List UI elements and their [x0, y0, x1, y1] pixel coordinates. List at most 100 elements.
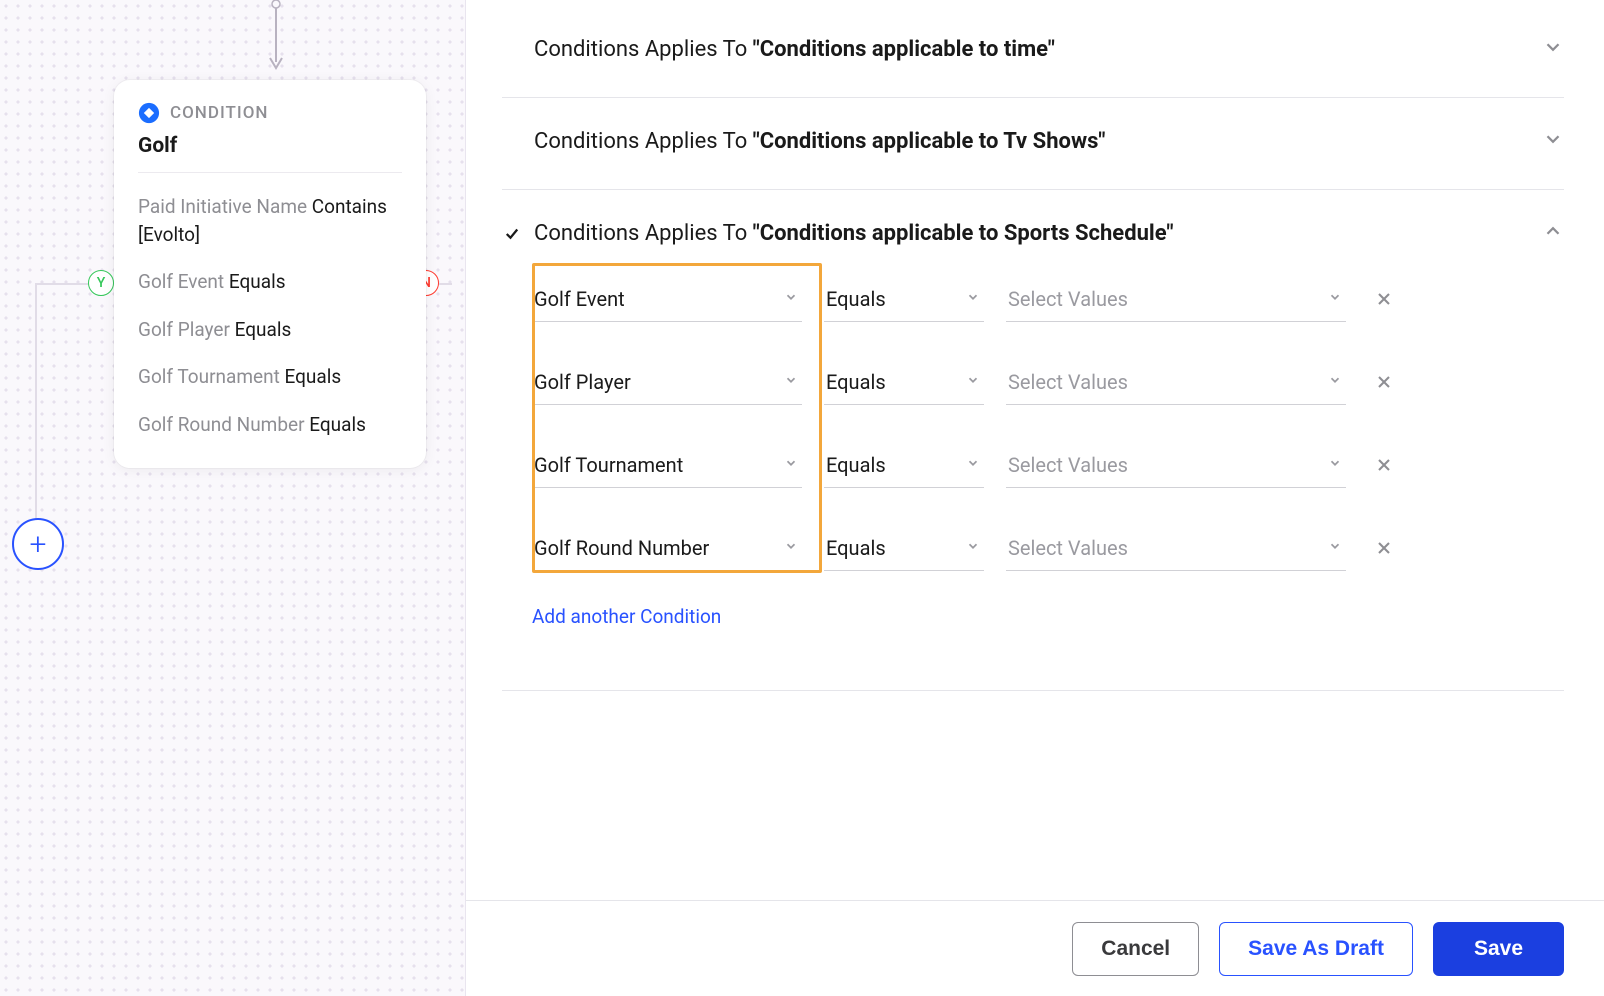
chevron-down-icon [1328, 290, 1342, 308]
condition-row: Golf Tournament Equals Select Values [532, 447, 1564, 488]
rule-op: Equals [235, 318, 292, 341]
chevron-down-icon [784, 290, 798, 308]
chevron-down-icon [784, 456, 798, 474]
chevron-up-icon [1542, 220, 1564, 247]
attribute-select[interactable]: Golf Round Number [532, 530, 802, 571]
rule-attr: Golf Player [138, 318, 235, 341]
applies-prefix: Conditions Applies To [534, 129, 753, 154]
section-quoted-name: "Conditions applicable to time" [753, 37, 1055, 62]
save-as-draft-button[interactable]: Save As Draft [1219, 922, 1413, 976]
operator-select[interactable]: Equals [824, 447, 984, 488]
condition-row: Golf Event Equals Select Values [532, 281, 1564, 322]
card-rule: Golf Tournament Equals [138, 363, 402, 391]
attribute-select[interactable]: Golf Player [532, 364, 802, 405]
operator-select[interactable]: Equals [824, 530, 984, 571]
section-label: Conditions Applies To "Conditions applic… [534, 221, 1173, 246]
section-header[interactable]: Conditions Applies To "Conditions applic… [502, 36, 1564, 63]
chevron-down-icon [1328, 539, 1342, 557]
close-icon [1374, 539, 1394, 563]
attribute-select[interactable]: Golf Tournament [532, 447, 802, 488]
rule-val: [Evolto] [138, 223, 200, 246]
rule-attr: Paid Initiative Name [138, 195, 312, 218]
chevron-down-icon [966, 373, 980, 391]
chevron-down-icon [1328, 373, 1342, 391]
operator-select[interactable]: Equals [824, 281, 984, 322]
section-label: Conditions Applies To "Conditions applic… [534, 129, 1105, 154]
rule-attr: Golf Round Number [138, 413, 309, 436]
value-placeholder: Select Values [1008, 536, 1128, 560]
conditions-section: Conditions Applies To "Conditions applic… [502, 26, 1564, 98]
chevron-down-icon [966, 456, 980, 474]
condition-node-card[interactable]: CONDITION Golf Paid Initiative Name Cont… [114, 80, 426, 468]
add-node-button[interactable]: + [12, 518, 64, 570]
check-icon [502, 225, 522, 243]
footer-actions: Cancel Save As Draft Save [466, 900, 1604, 996]
operator-value: Equals [826, 536, 886, 560]
chevron-down-icon [784, 539, 798, 557]
card-type-label: CONDITION [170, 103, 269, 123]
rule-op: Equals [285, 365, 342, 388]
value-placeholder: Select Values [1008, 370, 1128, 394]
connector-line [35, 283, 37, 518]
card-rule: Golf Round Number Equals [138, 411, 402, 439]
chevron-down-icon [784, 373, 798, 391]
section-quoted-name: "Conditions applicable to Sports Schedul… [753, 221, 1174, 246]
remove-row-button[interactable] [1368, 283, 1400, 320]
condition-diamond-icon [138, 102, 160, 124]
condition-row: Golf Player Equals Select Values [532, 364, 1564, 405]
condition-row: Golf Round Number Equals Select Values [532, 530, 1564, 571]
condition-editor-panel: Conditions Applies To "Conditions applic… [466, 0, 1604, 996]
remove-row-button[interactable] [1368, 366, 1400, 403]
conditions-section: Conditions Applies To "Conditions applic… [502, 190, 1564, 691]
rule-op: Contains [312, 195, 387, 218]
attribute-value: Golf Player [534, 370, 631, 394]
value-select[interactable]: Select Values [1006, 364, 1346, 405]
remove-row-button[interactable] [1368, 449, 1400, 486]
card-rule: Golf Event Equals [138, 268, 402, 296]
section-quoted-name: "Conditions applicable to Tv Shows" [753, 129, 1106, 154]
attribute-value: Golf Round Number [534, 536, 709, 560]
plus-icon: + [30, 527, 47, 562]
section-header[interactable]: Conditions Applies To "Conditions applic… [502, 220, 1564, 247]
remove-row-button[interactable] [1368, 532, 1400, 569]
cancel-button[interactable]: Cancel [1072, 922, 1199, 976]
card-title: Golf [138, 134, 402, 173]
value-select[interactable]: Select Values [1006, 530, 1346, 571]
rule-op: Equals [229, 270, 286, 293]
chevron-down-icon [1542, 36, 1564, 63]
operator-value: Equals [826, 370, 886, 394]
attribute-value: Golf Event [534, 287, 625, 311]
close-icon [1374, 373, 1394, 397]
close-icon [1374, 456, 1394, 480]
value-placeholder: Select Values [1008, 453, 1128, 477]
card-header: CONDITION [138, 102, 402, 124]
value-select[interactable]: Select Values [1006, 281, 1346, 322]
attribute-value: Golf Tournament [534, 453, 683, 477]
card-rule: Paid Initiative Name Contains [Evolto] [138, 193, 402, 248]
applies-prefix: Conditions Applies To [534, 37, 753, 62]
rule-attr: Golf Event [138, 270, 229, 293]
rule-attr: Golf Tournament [138, 365, 285, 388]
card-rule: Golf Player Equals [138, 316, 402, 344]
value-select[interactable]: Select Values [1006, 447, 1346, 488]
attribute-select[interactable]: Golf Event [532, 281, 802, 322]
chevron-down-icon [1328, 456, 1342, 474]
chevron-down-icon [1542, 128, 1564, 155]
operator-value: Equals [826, 287, 886, 311]
applies-prefix: Conditions Applies To [534, 221, 753, 246]
chevron-down-icon [966, 290, 980, 308]
rule-op: Equals [309, 413, 366, 436]
section-header[interactable]: Conditions Applies To "Conditions applic… [502, 128, 1564, 155]
condition-rows: Golf Event Equals Select Values Golf Pla… [532, 281, 1564, 571]
chevron-down-icon [966, 539, 980, 557]
operator-value: Equals [826, 453, 886, 477]
conditions-section: Conditions Applies To "Conditions applic… [502, 98, 1564, 190]
section-label: Conditions Applies To "Conditions applic… [534, 37, 1055, 62]
flow-canvas: Y N CONDITION Golf Paid Initiative Name … [0, 0, 466, 996]
close-icon [1374, 290, 1394, 314]
add-condition-link[interactable]: Add another Condition [532, 605, 721, 628]
yes-branch-badge: Y [88, 270, 114, 296]
value-placeholder: Select Values [1008, 287, 1128, 311]
operator-select[interactable]: Equals [824, 364, 984, 405]
save-button[interactable]: Save [1433, 922, 1564, 976]
